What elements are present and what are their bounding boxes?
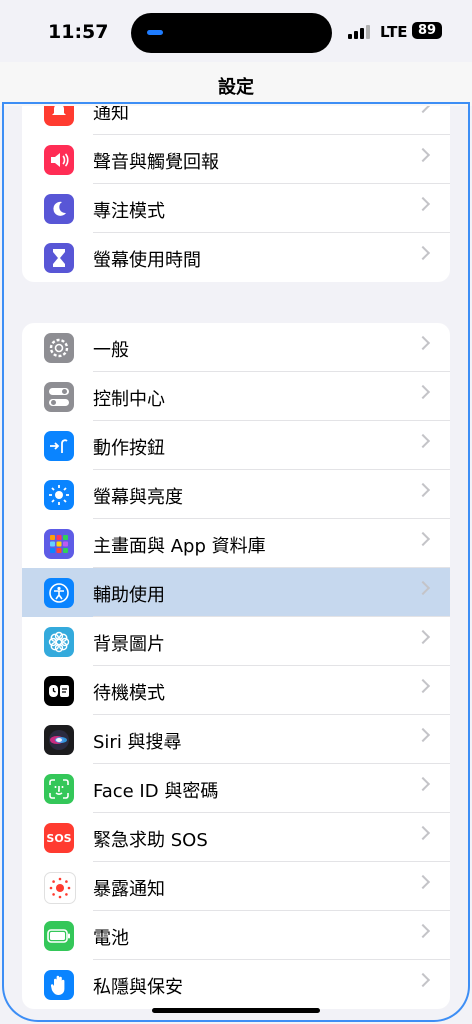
settings-row[interactable]: 控制中心: [22, 372, 450, 421]
chevron-right-icon: [415, 335, 431, 351]
status-time: 11:57: [48, 21, 109, 43]
call-indicator-icon: [147, 30, 163, 35]
settings-row[interactable]: Face ID 與密碼: [22, 764, 450, 813]
flower-icon: [44, 627, 74, 657]
settings-row[interactable]: 通知: [22, 106, 450, 135]
chevron-right-icon: [415, 106, 431, 114]
hourglass-icon: [44, 243, 74, 273]
gear-icon: [44, 333, 74, 363]
chevron-right-icon: [415, 629, 431, 645]
settings-row-label: 電池: [93, 928, 129, 949]
settings-group-1: 通知聲音與觸覺回報 專注模式螢幕使用時間: [22, 106, 450, 282]
settings-row[interactable]: 私隱與保安: [22, 960, 450, 1009]
bell-icon: [44, 106, 74, 126]
settings-row[interactable]: 螢幕與亮度: [22, 470, 450, 519]
settings-row-label: Face ID 與密碼: [93, 781, 219, 802]
action-button-icon: [44, 431, 74, 461]
settings-row[interactable]: 一般: [22, 323, 450, 372]
chevron-right-icon: [415, 678, 431, 694]
faceid-icon: [44, 774, 74, 804]
settings-row-label: 待機模式: [93, 683, 165, 704]
network-label: LTE: [380, 23, 408, 41]
settings-row-label: 聲音與觸覺回報: [93, 152, 219, 173]
settings-row[interactable]: Siri 與搜尋: [22, 715, 450, 764]
settings-row-label: Siri 與搜尋: [93, 732, 182, 753]
settings-row[interactable]: 動作按鈕: [22, 421, 450, 470]
speaker-icon: [44, 145, 74, 175]
settings-row[interactable]: 螢幕使用時間: [22, 233, 450, 282]
exposure-icon: [44, 872, 76, 904]
chevron-right-icon: [415, 874, 431, 890]
settings-row-label: 螢幕與亮度: [93, 487, 183, 508]
sos-icon: SOS: [44, 823, 74, 853]
settings-row-label: 螢幕使用時間: [93, 250, 201, 271]
settings-row[interactable]: 聲音與觸覺回報: [22, 135, 450, 184]
chevron-right-icon: [415, 580, 431, 596]
settings-row-label: 一般: [93, 340, 129, 361]
settings-group-2: 一般控制中心動作按鈕螢幕與亮度主畫面與 App 資料庫 輔助使用背景圖片待機模式 S…: [22, 323, 450, 1009]
settings-row[interactable]: 待機模式: [22, 666, 450, 715]
sun-icon: [44, 480, 74, 510]
accessibility-icon: [44, 578, 74, 608]
settings-row[interactable]: 輔助使用: [22, 568, 450, 617]
battery-indicator: 89: [412, 22, 442, 39]
chevron-right-icon: [415, 776, 431, 792]
siri-icon: [44, 725, 74, 755]
settings-row[interactable]: 暴露通知: [22, 862, 450, 911]
settings-row-label: 動作按鈕: [93, 438, 165, 459]
settings-row[interactable]: 背景圖片: [22, 617, 450, 666]
moon-icon: [44, 194, 74, 224]
app-grid-icon: [44, 529, 74, 559]
settings-row-label: 私隱與保安: [93, 977, 183, 998]
status-bar: 11:57 LTE 89: [0, 0, 472, 62]
chevron-right-icon: [415, 196, 431, 212]
chevron-right-icon: [415, 727, 431, 743]
settings-row-label: 輔助使用: [93, 585, 165, 606]
settings-row-label: 暴露通知: [93, 879, 165, 900]
toggles-icon: [44, 382, 74, 412]
chevron-right-icon: [415, 923, 431, 939]
settings-row-label: 主畫面與 App 資料庫: [93, 536, 266, 557]
settings-row-label: 控制中心: [93, 389, 165, 410]
settings-row[interactable]: SOS 緊急求助 SOS: [22, 813, 450, 862]
settings-row[interactable]: 專注模式: [22, 184, 450, 233]
battery-icon: [44, 921, 74, 951]
chevron-right-icon: [415, 482, 431, 498]
chevron-right-icon: [415, 972, 431, 988]
settings-row-label: 緊急求助 SOS: [93, 830, 208, 851]
home-indicator[interactable]: [152, 1008, 320, 1013]
chevron-right-icon: [415, 433, 431, 449]
hand-icon: [44, 970, 74, 1000]
chevron-right-icon: [415, 147, 431, 163]
settings-row-label: 專注模式: [93, 201, 165, 222]
settings-list[interactable]: 通知聲音與觸覺回報 專注模式螢幕使用時間 一般控制中心動作按鈕螢幕與亮度主畫面與 …: [0, 106, 472, 1024]
settings-row-label: 通知: [93, 106, 129, 124]
dynamic-island: [131, 13, 332, 53]
settings-row[interactable]: 主畫面與 App 資料庫: [22, 519, 450, 568]
chevron-right-icon: [415, 384, 431, 400]
chevron-right-icon: [415, 825, 431, 841]
settings-row[interactable]: 電池: [22, 911, 450, 960]
settings-row-label: 背景圖片: [93, 634, 165, 655]
standby-icon: [44, 676, 74, 706]
chevron-right-icon: [415, 531, 431, 547]
page-title: 設定: [218, 77, 254, 98]
signal-icon: [348, 25, 372, 39]
chevron-right-icon: [415, 245, 431, 261]
navigation-bar: 設定: [0, 62, 472, 106]
